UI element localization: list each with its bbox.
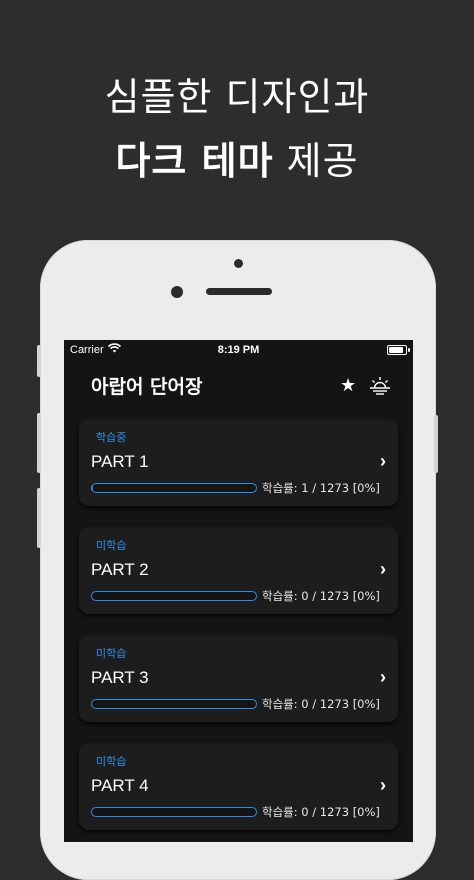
phone-volume-down: [37, 488, 41, 548]
progress-label: 학습률: 0 / 1273 [0%]: [262, 588, 380, 604]
chevron-right-icon: ›: [380, 668, 386, 686]
part-card[interactable]: 미학습 PART 4 › 학습률: 0 / 1273 [0%]: [79, 744, 398, 830]
headline-line-1: 심플한 디자인과: [0, 66, 474, 121]
card-status-label: 학습중: [96, 429, 126, 445]
card-title: PART 1: [91, 452, 149, 472]
phone-sensor: [171, 286, 183, 298]
app-screen: Carrier 8:19 PM 아랍어 단어장 ★ 학습중 PART 1 › 학…: [64, 340, 413, 842]
progress-bar: [91, 699, 257, 709]
page-title: 아랍어 단어장: [91, 372, 203, 399]
star-icon[interactable]: ★: [340, 376, 356, 394]
progress-label: 학습률: 0 / 1273 [0%]: [262, 804, 380, 820]
progress-label: 학습률: 1 / 1273 [0%]: [262, 480, 380, 496]
status-bar: Carrier 8:19 PM: [64, 340, 413, 360]
battery-icon: [387, 345, 407, 355]
card-title: PART 2: [91, 560, 149, 580]
phone-mute-switch: [37, 345, 41, 377]
card-title: PART 4: [91, 776, 149, 796]
part-card[interactable]: 학습중 PART 1 › 학습률: 1 / 1273 [0%]: [79, 420, 398, 506]
sunset-icon[interactable]: [369, 375, 391, 397]
progress-bar: [91, 483, 257, 493]
status-time: 8:19 PM: [64, 344, 413, 356]
progress-bar: [91, 807, 257, 817]
phone-power-button: [434, 415, 438, 473]
card-title: PART 3: [91, 668, 149, 688]
card-status-label: 미학습: [96, 753, 126, 769]
phone-camera: [234, 259, 243, 268]
headline-line-2: 다크 테마 제공: [0, 130, 474, 185]
chevron-right-icon: ›: [380, 560, 386, 578]
chevron-right-icon: ›: [380, 776, 386, 794]
part-card[interactable]: 미학습 PART 2 › 학습률: 0 / 1273 [0%]: [79, 528, 398, 614]
phone-volume-up: [37, 413, 41, 473]
card-status-label: 미학습: [96, 537, 126, 553]
battery-tip: [408, 348, 410, 352]
part-card[interactable]: 미학습 PART 3 › 학습률: 0 / 1273 [0%]: [79, 636, 398, 722]
progress-bar: [91, 591, 257, 601]
progress-label: 학습률: 0 / 1273 [0%]: [262, 696, 380, 712]
headline-bold: 다크 테마: [115, 139, 273, 183]
chevron-right-icon: ›: [380, 452, 386, 470]
headline-rest: 제공: [274, 139, 359, 183]
card-status-label: 미학습: [96, 645, 126, 661]
phone-speaker: [206, 288, 272, 295]
